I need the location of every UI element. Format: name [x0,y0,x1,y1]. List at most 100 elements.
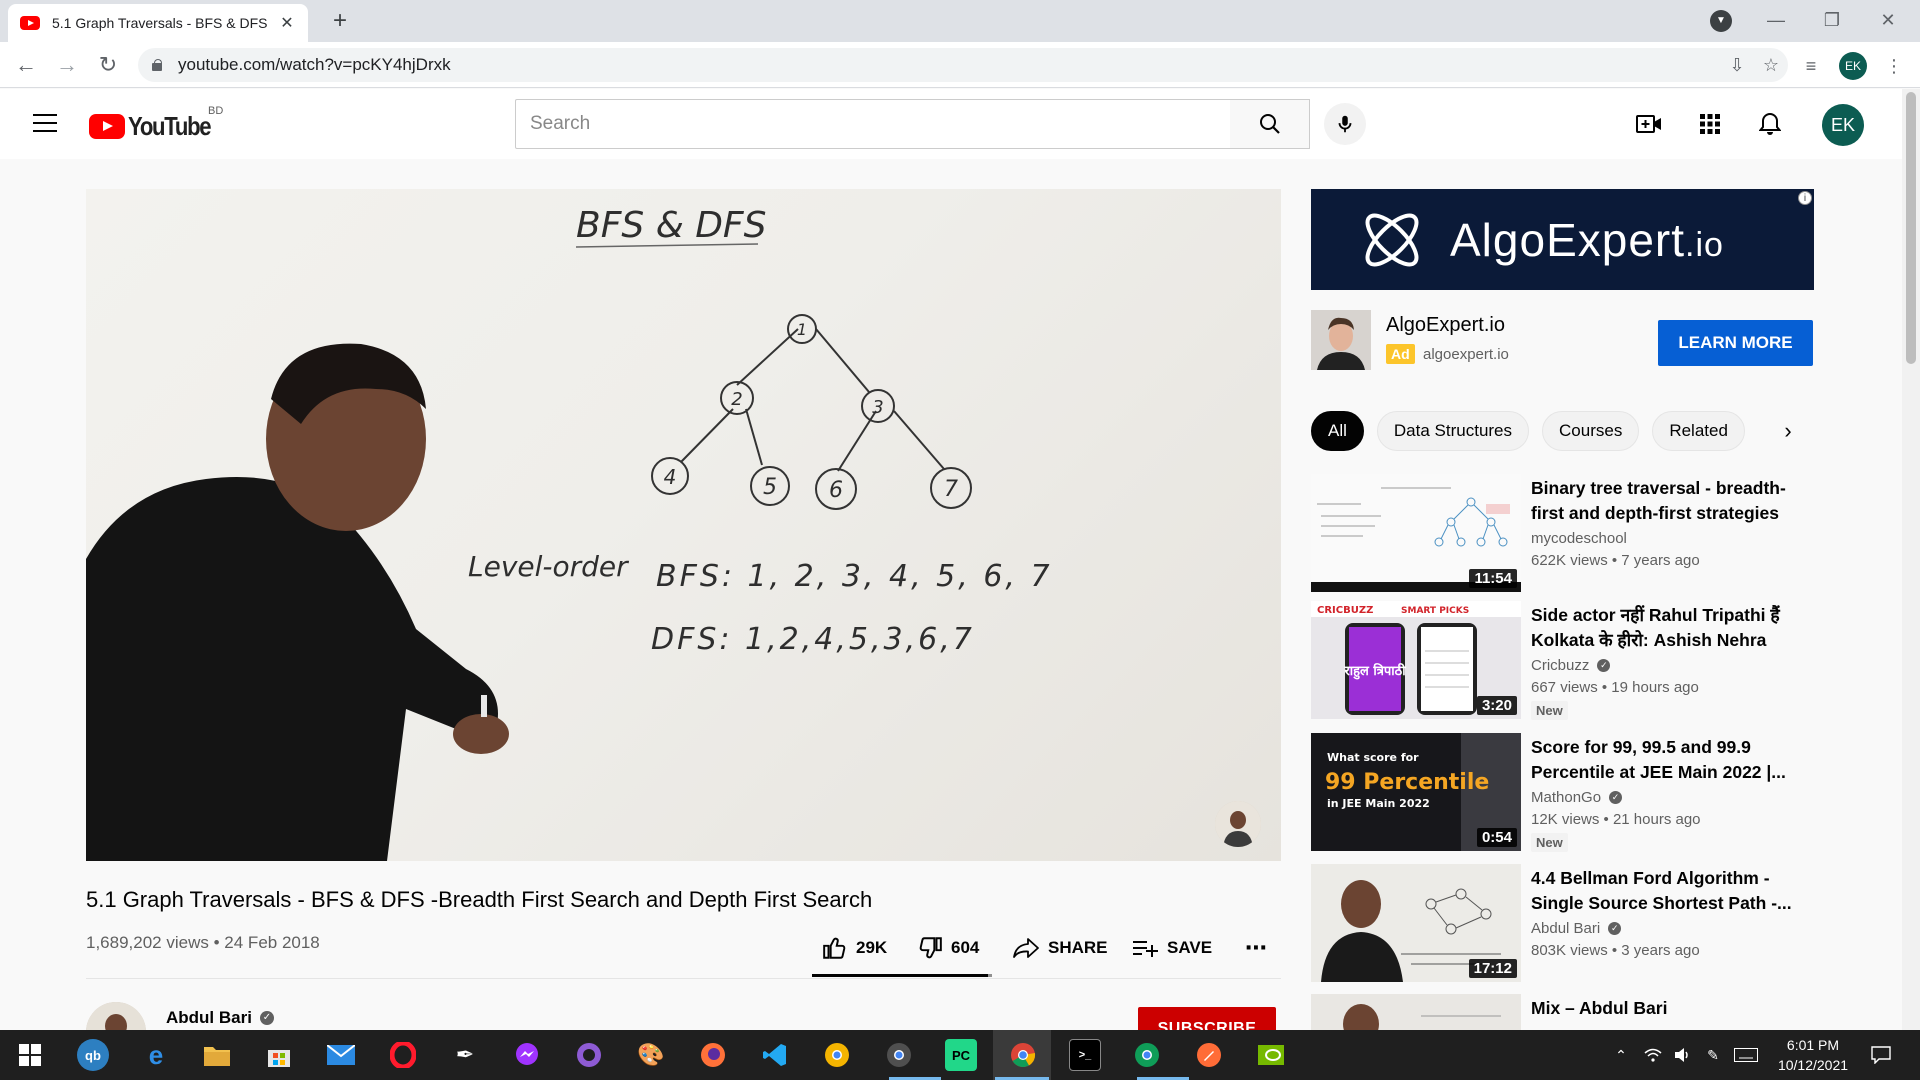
chrome-icon[interactable] [1007,1039,1039,1071]
recommendation-thumbnail[interactable]: CRICBUZZ SMART PICKS राहुल त्रिपाठी 3:20 [1311,601,1521,719]
voice-search-button[interactable] [1324,103,1366,145]
opera-browser-icon[interactable] [387,1039,419,1071]
browser-profile-avatar[interactable]: EK [1839,52,1867,80]
channel-name[interactable]: Abdul Bari ✓ [166,1008,274,1028]
recommendation-item[interactable]: Mix – Abdul Bari [1311,994,1814,1030]
video-player[interactable]: BFS & DFS 1 2 3 4 5 6 7 Level-order BFS:… [86,189,1281,861]
recommendation-item[interactable]: 11:54 Binary tree traversal - breadth-fi… [1311,474,1814,592]
recommendation-title[interactable]: Binary tree traversal - breadth-first an… [1531,476,1814,526]
qbittorrent-icon[interactable]: qb [77,1039,109,1071]
share-button[interactable]: SHARE [1012,930,1108,966]
mail-icon[interactable] [325,1039,357,1071]
browser-tab[interactable]: 5.1 Graph Traversals - BFS & DFS ✕ [8,4,308,42]
notification-center-icon[interactable] [1866,1030,1896,1080]
channel-watermark-avatar[interactable] [1215,801,1261,847]
recommendation-title[interactable]: Side actor नहीं Rahul Tripathi हैं Kolka… [1531,603,1814,653]
chrome-dev-icon[interactable] [883,1039,915,1071]
recommendation-thumbnail[interactable] [1311,994,1521,1030]
reload-icon[interactable]: ↻ [92,50,124,82]
microsoft-store-icon[interactable] [263,1039,295,1071]
chip-data-structures[interactable]: Data Structures [1376,411,1530,451]
url-text[interactable]: youtube.com/watch?v=pcKY4hjDrxk [178,55,1720,75]
system-clock[interactable]: 6:01 PM 10/12/2021 [1768,1035,1858,1075]
volume-icon[interactable] [1668,1030,1698,1080]
close-window-button[interactable]: ✕ [1860,0,1916,42]
tray-overflow-chevron-icon[interactable]: ⌃ [1606,1030,1636,1080]
chrome-canary-icon[interactable] [821,1039,853,1071]
paint-icon[interactable]: 🎨 [635,1039,667,1071]
recommendation-item[interactable]: 17:12 4.4 Bellman Ford Algorithm - Singl… [1311,864,1814,982]
like-button[interactable]: 29K [822,930,887,966]
save-button[interactable]: SAVE [1131,930,1212,966]
recommendation-channel-name[interactable]: MathonGo [1531,789,1601,806]
notifications-button[interactable] [1754,108,1786,140]
github-desktop-icon[interactable] [573,1039,605,1071]
address-bar[interactable]: youtube.com/watch?v=pcKY4hjDrxk ⇩ ☆ [138,48,1788,82]
apps-grid-button[interactable] [1694,108,1726,140]
touch-keyboard-icon[interactable] [1730,1030,1762,1080]
firefox-icon[interactable] [697,1039,729,1071]
browser-menu-icon[interactable]: ⋮ [1880,52,1908,80]
recommendation-channel[interactable]: Cricbuzz ✓ [1531,657,1611,674]
menu-hamburger-icon[interactable] [33,114,57,132]
user-avatar[interactable]: EK [1822,104,1864,146]
recommendation-item[interactable]: What score for 99 Percentile in JEE Main… [1311,733,1814,852]
dislike-button[interactable]: 604 [917,930,979,966]
recommendation-channel[interactable]: mycodeschool [1531,530,1627,547]
recommendation-title[interactable]: Mix – Abdul Bari [1531,996,1814,1021]
more-actions-button[interactable]: ⋯ [1245,930,1267,966]
inkscape-icon[interactable]: ✒ [449,1039,481,1071]
chrome-profile-icon[interactable] [1131,1039,1163,1071]
recommendation-channel-name[interactable]: Cricbuzz [1531,657,1589,674]
ad-details[interactable]: AlgoExpert.io Ad algoexpert.io LEARN MOR… [1311,310,1814,370]
nvidia-icon[interactable] [1255,1039,1287,1071]
chip-related[interactable]: Related [1652,411,1745,451]
network-wifi-icon[interactable] [1638,1030,1668,1080]
file-explorer-icon[interactable] [201,1039,233,1071]
chevron-right-icon[interactable]: › [1770,414,1806,450]
pycharm-icon[interactable]: PC [945,1039,977,1071]
recommendation-channel[interactable]: Abdul Bari ✓ [1531,920,1622,937]
forward-arrow-icon[interactable]: → [51,50,83,82]
install-app-icon[interactable]: ⇩ [1720,55,1754,76]
search-button[interactable] [1230,99,1310,149]
channel-name-text[interactable]: Abdul Bari [166,1008,252,1028]
search-field[interactable] [515,99,1231,149]
tab-search-icon[interactable]: ▼ [1710,10,1732,32]
vscode-icon[interactable] [759,1039,791,1071]
ad-advertiser-name[interactable]: AlgoExpert.io [1386,314,1505,337]
recommendation-thumbnail[interactable]: What score for 99 Percentile in JEE Main… [1311,733,1521,851]
ad-banner[interactable]: AlgoExpert.io [1311,189,1814,290]
pen-workspace-icon[interactable]: ✎ [1698,1030,1728,1080]
bookmark-star-icon[interactable]: ☆ [1754,55,1788,76]
new-tab-button[interactable]: + [325,6,355,36]
page-scrollbar-thumb[interactable] [1906,92,1916,364]
maximize-button[interactable]: ❐ [1804,0,1860,42]
recommendation-title[interactable]: Score for 99, 99.5 and 99.9 Percentile a… [1531,735,1814,785]
youtube-logo[interactable]: YouTube BD [89,105,225,142]
lock-icon[interactable] [152,59,162,71]
recommendation-item[interactable]: CRICBUZZ SMART PICKS राहुल त्रिपाठी 3:20… [1311,601,1814,720]
windows-start-icon[interactable] [14,1039,46,1071]
minimize-button[interactable]: — [1748,0,1804,42]
chip-courses[interactable]: Courses [1542,411,1640,451]
board-node-1: 1 [797,320,807,339]
recommendation-thumbnail[interactable]: 17:12 [1311,864,1521,982]
tab-close-icon[interactable]: ✕ [278,13,296,33]
edge-browser-icon[interactable]: e [140,1039,172,1071]
recommendation-channel-name[interactable]: mycodeschool [1531,530,1627,547]
recommendation-thumbnail[interactable]: 11:54 [1311,474,1521,592]
recommendation-channel[interactable]: MathonGo ✓ [1531,789,1623,806]
chip-all[interactable]: All [1311,411,1364,451]
back-arrow-icon[interactable]: ← [10,50,42,82]
ad-info-icon[interactable]: i [1798,191,1812,205]
learn-more-button[interactable]: LEARN MORE [1658,320,1813,366]
reading-list-icon[interactable]: ≡ [1796,52,1826,80]
recommendation-title[interactable]: 4.4 Bellman Ford Algorithm - Single Sour… [1531,866,1814,916]
messenger-icon[interactable] [511,1039,543,1071]
postman-icon[interactable] [1193,1039,1225,1071]
search-input[interactable] [530,113,1230,135]
recommendation-channel-name[interactable]: Abdul Bari [1531,920,1600,937]
terminal-icon[interactable]: >_ [1069,1039,1101,1071]
create-video-button[interactable] [1633,108,1665,140]
